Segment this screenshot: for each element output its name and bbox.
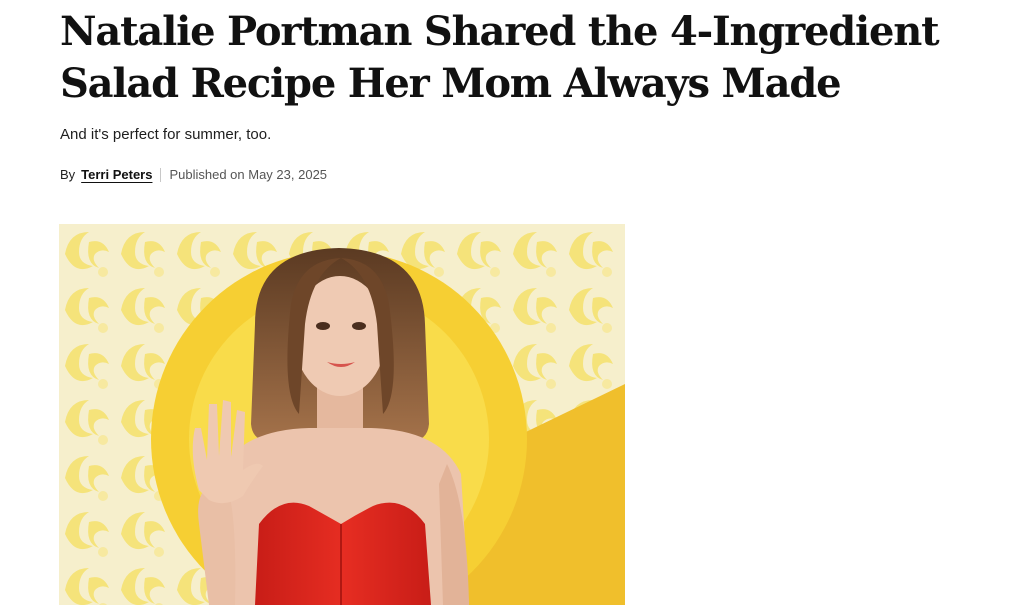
hero-image [59, 224, 625, 605]
byline-prefix: By [60, 167, 76, 182]
article: Natalie Portman Shared the 4-Ingredient … [0, 0, 1024, 615]
article-dek: And it's perfect for summer, too. [60, 126, 272, 143]
publish-date: Published on May 23, 2025 [169, 167, 328, 182]
author-link[interactable]: Terri Peters [81, 167, 152, 182]
article-headline: Natalie Portman Shared the 4-Ingredient … [60, 8, 940, 107]
byline-divider [160, 167, 162, 182]
byline: By Terri Peters Published on May 23, 202… [60, 167, 327, 182]
